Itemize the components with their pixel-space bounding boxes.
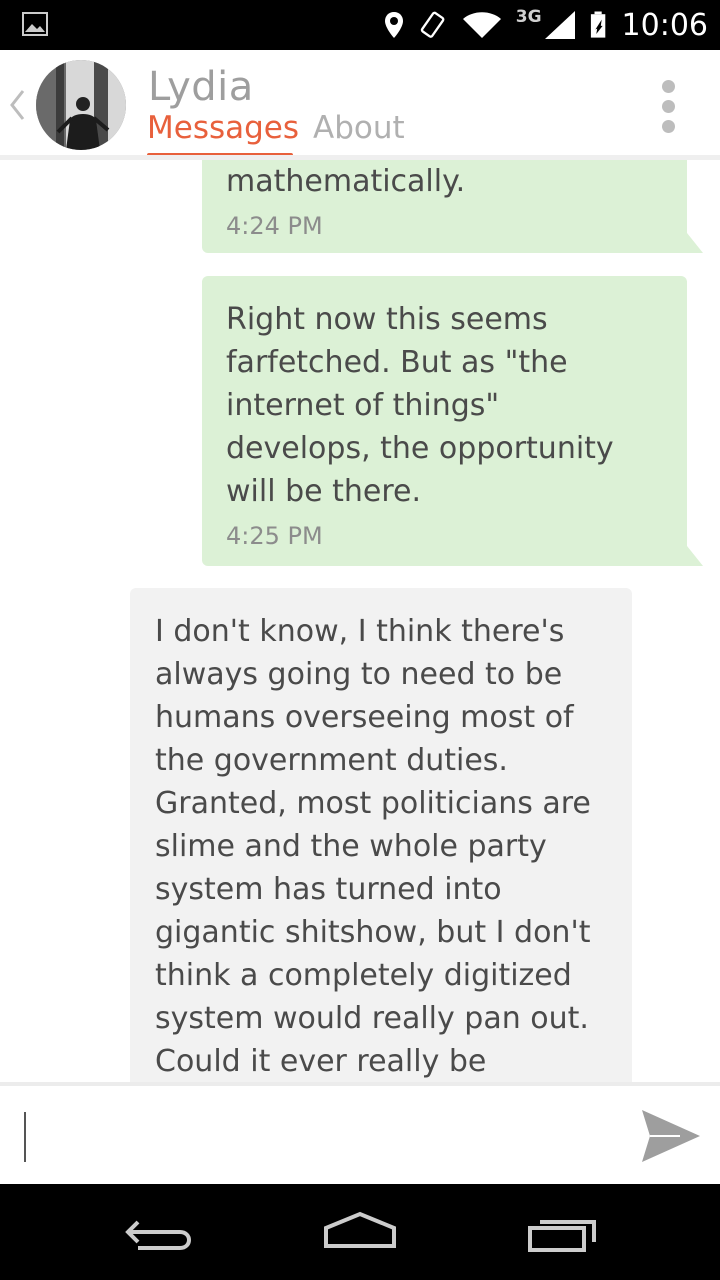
message-input[interactable]	[22, 1106, 626, 1168]
gallery-icon	[22, 12, 48, 36]
battery-icon	[590, 11, 605, 38]
send-icon[interactable]	[640, 1108, 702, 1164]
text-caret	[24, 1112, 26, 1162]
message-timestamp: 4:25 PM	[226, 522, 323, 550]
tab-messages[interactable]: Messages	[147, 110, 299, 146]
avatar-image	[36, 60, 126, 150]
contact-name: Lydia	[148, 64, 254, 110]
system-nav-bar	[0, 1184, 720, 1280]
message-text: I don't know, I think there's always goi…	[155, 614, 591, 1079]
message-composer	[0, 1082, 720, 1184]
rotate-icon	[420, 11, 445, 38]
signal-icon	[544, 11, 575, 39]
back-chevron-icon[interactable]	[8, 88, 26, 122]
nav-home-icon[interactable]	[320, 1204, 400, 1260]
outgoing-message[interactable]: Right now this seems farfetched. But as …	[202, 276, 703, 566]
incoming-message[interactable]: I don't know, I think there's always goi…	[130, 588, 632, 1082]
message-text: Right now this seems farfetched. But as …	[226, 302, 614, 509]
location-icon	[384, 12, 403, 38]
nav-back-icon[interactable]	[120, 1204, 200, 1260]
message-list[interactable]: mathematically. 4:24 PM Right now this s…	[0, 160, 720, 1082]
status-time: 10:06	[621, 7, 708, 43]
conversation-header: Lydia Messages About	[0, 50, 720, 158]
outgoing-message[interactable]: mathematically. 4:24 PM	[202, 160, 703, 253]
nav-recents-icon[interactable]	[520, 1204, 600, 1260]
message-text: mathematically.	[226, 164, 466, 199]
wifi-icon	[462, 12, 501, 38]
status-bar: 3G 10:06	[0, 0, 720, 50]
overflow-menu-icon[interactable]	[662, 80, 678, 134]
tab-about[interactable]: About	[313, 110, 405, 146]
message-timestamp: 4:24 PM	[226, 212, 323, 240]
contact-avatar[interactable]	[36, 60, 126, 150]
network-type: 3G	[515, 7, 542, 27]
